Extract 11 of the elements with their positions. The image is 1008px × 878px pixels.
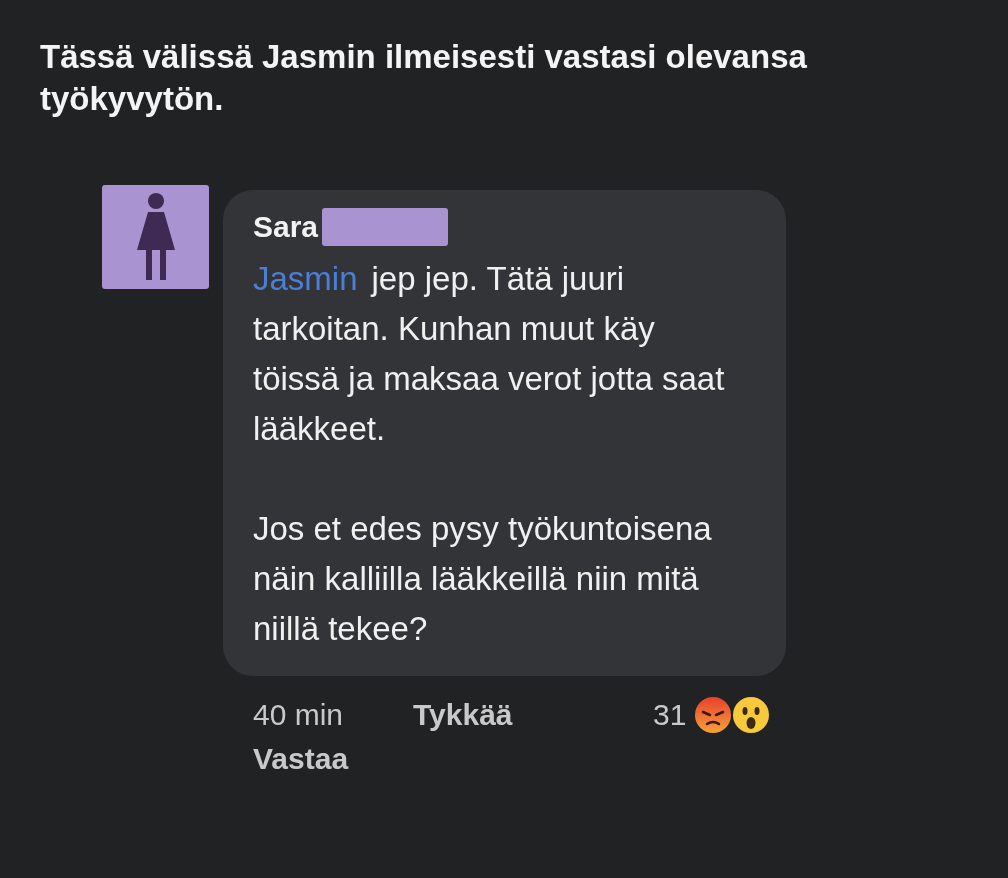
- angry-reaction-icon: [694, 696, 733, 734]
- post-caption: Tässä välissä Jasmin ilmeisesti vastasi olevansa työkyvytön.: [40, 37, 808, 119]
- reply-link[interactable]: Vastaa: [253, 742, 413, 776]
- person-icon: [134, 192, 177, 282]
- reaction-count[interactable]: 31: [653, 698, 687, 732]
- author-name[interactable]: Sara: [253, 210, 319, 244]
- like-link[interactable]: Tykkää: [413, 698, 653, 732]
- comment-text: Jasmin jep jep. Tätä juuri tarkoitan. Kunhan muut käy töissä ja maksaa verot jotta saat lääkkeet.: [253, 259, 726, 449]
- wow-reaction-icon: [732, 696, 771, 734]
- comment-time: 40 min: [253, 698, 345, 732]
- comment-text: Jos et edes pysy työkuntoisena näin kalliilla lääkkeillä niin mitä niillä tekee?: [253, 509, 713, 649]
